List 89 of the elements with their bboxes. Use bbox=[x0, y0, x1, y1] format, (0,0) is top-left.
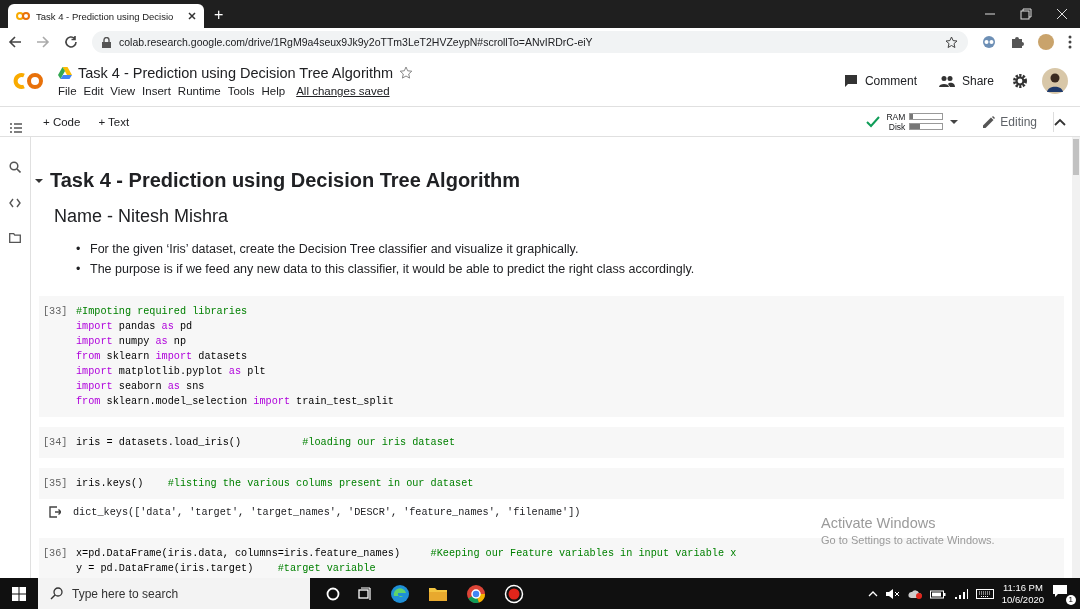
add-cell-button[interactable]: + Code bbox=[37, 115, 87, 128]
add-cell-button[interactable]: + Text bbox=[92, 115, 136, 128]
cortana-icon[interactable] bbox=[326, 586, 340, 601]
scrollbar-thumb[interactable] bbox=[1073, 139, 1079, 175]
battery-icon[interactable] bbox=[929, 588, 946, 599]
notification-count: 1 bbox=[1065, 594, 1076, 605]
bullet-text: The purpose is if we feed any new data to this classifier, it would be able to predict the right class accordingly. bbox=[90, 261, 695, 278]
colab-logo bbox=[12, 72, 44, 90]
code-line: #Impoting required libraries bbox=[76, 305, 249, 319]
toc-icon[interactable] bbox=[9, 123, 22, 133]
edge-icon[interactable] bbox=[390, 583, 410, 604]
code-line: import matplotlib.pyplot as plt bbox=[76, 365, 267, 379]
code-line: import numpy as np bbox=[76, 335, 188, 349]
activation-title: Activate Windows bbox=[821, 515, 937, 531]
resource-label: RAM bbox=[886, 111, 906, 122]
colab-icon bbox=[16, 12, 30, 20]
notebook-title[interactable]: Task 4 - Prediction using Decision Tree Algorithm bbox=[78, 65, 394, 81]
star-icon[interactable] bbox=[945, 35, 958, 49]
menu-item[interactable]: Tools bbox=[227, 85, 262, 97]
code-line: import seaborn as sns bbox=[76, 380, 206, 394]
extension-icon[interactable] bbox=[982, 35, 996, 49]
code-line: from sklearn import datasets bbox=[76, 350, 249, 364]
code-line: from sklearn.model_selection import train_test_split bbox=[76, 395, 394, 409]
bullet-marker: • bbox=[76, 241, 82, 258]
search-icon[interactable] bbox=[9, 161, 21, 173]
speaker-muted-icon[interactable] bbox=[885, 587, 900, 600]
menu-item[interactable]: File bbox=[58, 85, 84, 97]
pencil-icon bbox=[983, 115, 996, 128]
chevron-up-icon[interactable] bbox=[867, 590, 878, 597]
browser-tab[interactable]: Task 4 - Prediction using Decisio bbox=[8, 4, 204, 28]
wifi-icon[interactable] bbox=[953, 587, 968, 600]
dropdown-icon[interactable] bbox=[949, 118, 960, 125]
code-cell[interactable]: [34] iris = datasets.load_iris() #loading our iris dataset bbox=[39, 427, 1064, 458]
bullet-marker: • bbox=[76, 261, 82, 278]
notification-icon[interactable] bbox=[1052, 583, 1068, 598]
drive-icon bbox=[58, 67, 72, 79]
execution-count: [33] bbox=[43, 305, 69, 319]
code-line: import pandas as pd bbox=[76, 320, 194, 334]
people-icon bbox=[938, 75, 955, 87]
execution-count: [35] bbox=[43, 477, 69, 491]
settings-icon[interactable] bbox=[1012, 73, 1028, 89]
address-bar[interactable]: colab.research.google.com/drive/1RgM9a4seux9Jk9y2oTTm3LeT2HVZeypN#scrollTo=ANvIRDrC-eiY bbox=[92, 31, 968, 53]
more-icon[interactable] bbox=[1068, 35, 1072, 49]
menu-item[interactable]: Help bbox=[261, 85, 293, 97]
code-icon[interactable] bbox=[9, 198, 21, 208]
menu-item[interactable]: Edit bbox=[83, 85, 111, 97]
author-name: Name - Nitesh Mishra bbox=[54, 206, 230, 227]
cell-output: dict_keys(['data', 'target', 'target_names', 'DESCR', 'feature_names', 'filename']) bbox=[73, 506, 581, 518]
back-icon[interactable] bbox=[8, 35, 22, 49]
puzzle-icon[interactable] bbox=[1010, 35, 1024, 49]
new-tab-button[interactable]: + bbox=[214, 6, 224, 24]
taskbar-search-field[interactable]: Type here to search bbox=[38, 578, 310, 609]
taskbar-clock[interactable]: 11:16 PM 10/6/2020 bbox=[1001, 581, 1044, 606]
cloud-icon[interactable] bbox=[907, 588, 922, 599]
lock-icon bbox=[102, 36, 111, 48]
execution-count: [34] bbox=[43, 436, 69, 450]
close-icon[interactable] bbox=[188, 12, 196, 20]
folder-icon[interactable] bbox=[428, 585, 448, 602]
task-view-icon[interactable] bbox=[358, 586, 372, 601]
check-icon bbox=[866, 115, 881, 128]
bullet-text: For the given ‘Iris’ dataset, create the Decision Tree classifier and visualize it graphically. bbox=[90, 241, 579, 258]
code-line: y = pd.DataFrame(iris.target) #target variable bbox=[76, 562, 377, 576]
resource-label: Disk bbox=[887, 121, 906, 132]
avatar[interactable] bbox=[1042, 68, 1068, 94]
collapse-icon[interactable] bbox=[1054, 117, 1066, 126]
menu-item[interactable]: Insert bbox=[142, 85, 178, 97]
code-line: iris = datasets.load_iris() #loading our iris dataset bbox=[76, 436, 456, 450]
save-status-link[interactable]: All changes saved bbox=[296, 85, 397, 97]
star-icon[interactable] bbox=[399, 66, 414, 80]
execution-count: [36] bbox=[43, 547, 69, 561]
reload-icon[interactable] bbox=[64, 35, 78, 49]
search-icon bbox=[50, 587, 63, 600]
chrome-icon[interactable] bbox=[466, 583, 486, 604]
editing-mode-button[interactable]: Editing bbox=[979, 114, 1041, 129]
output-icon bbox=[49, 506, 61, 518]
comment-button[interactable]: Comment bbox=[839, 74, 921, 88]
record-icon[interactable] bbox=[504, 583, 524, 604]
collapse-caret-icon[interactable] bbox=[35, 176, 43, 185]
code-line: iris.keys() #listing the various colums present in our dataset bbox=[76, 477, 474, 491]
folder-icon[interactable] bbox=[9, 233, 21, 243]
menu-item[interactable]: View bbox=[110, 85, 143, 97]
comment-icon bbox=[843, 74, 858, 88]
keyboard-icon[interactable] bbox=[975, 588, 994, 599]
code-line: x=pd.DataFrame(iris.data, columns=iris.feature_names) #Keeping our Feature variables in input variable x bbox=[76, 547, 737, 561]
share-button[interactable]: Share bbox=[934, 74, 998, 88]
code-cell[interactable]: [35] iris.keys() #listing the various colums present in our dataset bbox=[39, 468, 1064, 499]
menu-item[interactable]: Runtime bbox=[177, 85, 228, 97]
section-heading: Task 4 - Prediction using Decision Tree Algorithm bbox=[50, 169, 521, 192]
windows-logo-icon[interactable] bbox=[12, 586, 26, 601]
